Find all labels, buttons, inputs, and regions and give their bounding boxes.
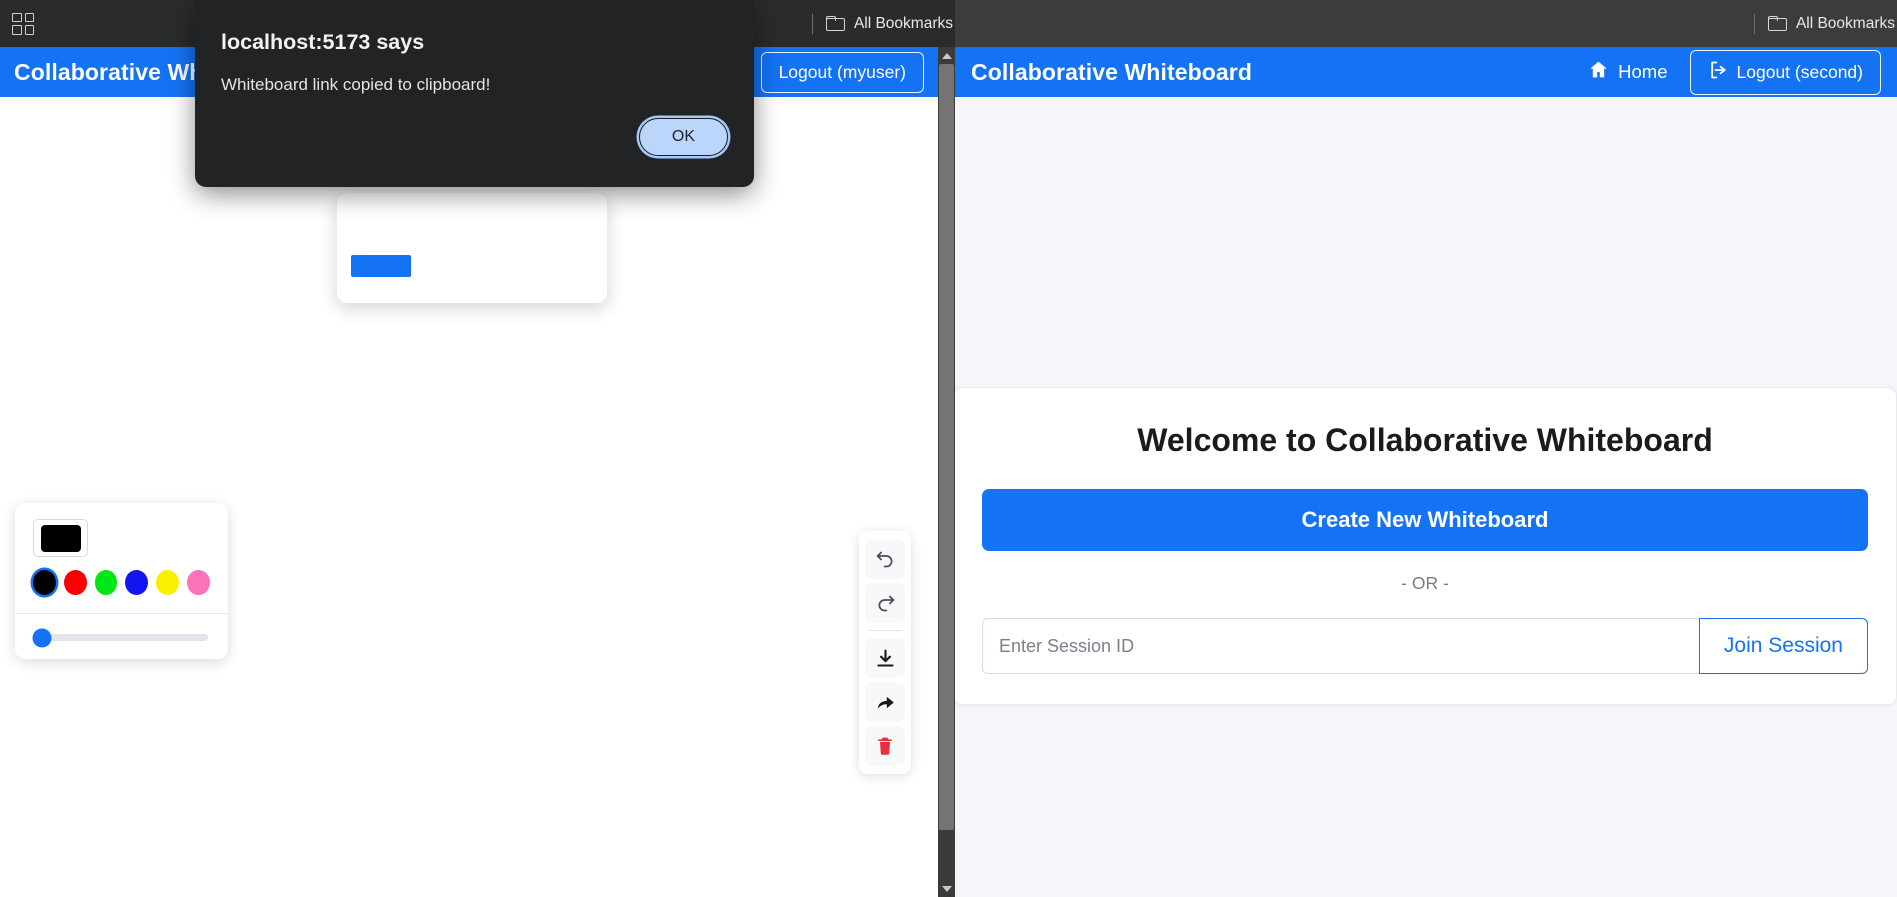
arrow-glyph (941, 885, 952, 892)
divider (868, 630, 902, 631)
home-icon (1588, 59, 1609, 85)
join-session-button[interactable]: Join Session (1698, 618, 1868, 674)
color-yellow[interactable] (156, 570, 180, 595)
drawing-tools-panel (15, 503, 228, 659)
right-app-title: Collaborative Whiteboard (971, 58, 1252, 85)
grid-apps-icon[interactable] (12, 12, 34, 35)
all-bookmarks-right[interactable]: All Bookmarks (1753, 0, 1897, 47)
color-black[interactable] (33, 570, 56, 595)
dialog-ok-button[interactable]: OK (638, 118, 728, 156)
whiteboard-canvas[interactable] (0, 97, 938, 897)
delete-icon[interactable] (865, 726, 905, 766)
right-app-header: Collaborative Whiteboard Home Logout (se… (955, 47, 1897, 97)
share-panel-card (337, 193, 607, 303)
redo-icon[interactable] (865, 583, 905, 623)
folder-icon (825, 16, 845, 31)
folder-icon (1767, 16, 1787, 31)
dialog-message: Whiteboard link copied to clipboard! (221, 75, 491, 94)
page-title: Welcome to Collaborative Whiteboard (1137, 422, 1713, 458)
header-actions: Home Logout (second) (1588, 49, 1881, 95)
color-red[interactable] (63, 570, 87, 595)
color-palette (33, 570, 210, 595)
right-whiteboard-window: Collaborative Whiteboard Home Logout (se… (955, 47, 1897, 897)
color-blue[interactable] (125, 570, 149, 595)
separator (811, 13, 813, 34)
share-panel-button[interactable] (351, 255, 411, 277)
divider (15, 613, 228, 614)
home-link[interactable]: Home (1588, 59, 1668, 85)
scroll-up-icon[interactable] (938, 47, 955, 64)
join-session-row: Join Session (982, 618, 1868, 674)
logout-myuser-button[interactable]: Logout (myuser) (760, 51, 924, 93)
color-pink[interactable] (187, 570, 210, 595)
color-green[interactable] (94, 570, 118, 595)
chrome-right-window: All Bookmarks (955, 0, 1897, 47)
download-icon[interactable] (865, 638, 905, 678)
share-icon[interactable] (865, 682, 905, 722)
current-color-fill (40, 524, 81, 552)
left-pane-scrollbar[interactable] (938, 47, 955, 897)
logout-second-label: Logout (second) (1736, 61, 1863, 82)
all-bookmarks-left[interactable]: All Bookmarks (811, 0, 955, 47)
browser-alert-dialog: localhost:5173 says Whiteboard link copi… (195, 0, 754, 187)
scrollbar-thumb[interactable] (939, 64, 954, 830)
logout-icon (1708, 60, 1728, 85)
grid-cell (24, 25, 34, 35)
dialog-title: localhost:5173 says (221, 30, 425, 54)
logout-second-button[interactable]: Logout (second) (1689, 49, 1881, 95)
slider-thumb[interactable] (32, 628, 52, 647)
all-bookmarks-label: All Bookmarks (1795, 14, 1895, 32)
stroke-width-slider[interactable] (32, 628, 210, 647)
scroll-down-icon[interactable] (938, 880, 955, 897)
color-swatch-icon[interactable] (33, 519, 88, 557)
or-divider: - OR - (1401, 573, 1449, 593)
grid-cell (12, 12, 22, 22)
undo-icon[interactable] (865, 539, 905, 579)
arrow-glyph (941, 52, 952, 59)
create-new-whiteboard-button[interactable]: Create New Whiteboard (982, 489, 1868, 551)
separator (1753, 13, 1755, 34)
grid-cell (12, 25, 22, 35)
session-id-input[interactable] (982, 618, 1699, 674)
all-bookmarks-label: All Bookmarks (853, 14, 953, 32)
welcome-card: Welcome to Collaborative Whiteboard Crea… (955, 387, 1897, 705)
grid-cell (24, 12, 34, 22)
slider-track[interactable] (32, 628, 208, 647)
action-toolbar (859, 531, 911, 774)
home-label: Home (1618, 61, 1668, 82)
